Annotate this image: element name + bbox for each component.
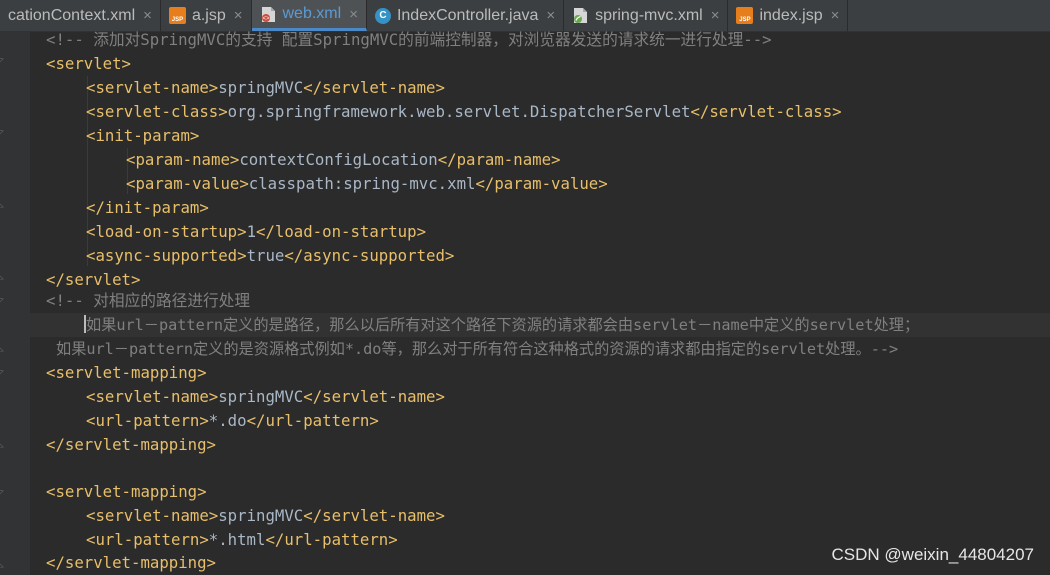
tab-label: index.jsp: [759, 6, 823, 24]
code-line: </servlet-mapping>: [46, 435, 217, 454]
code-line: <servlet-name>springMVC</servlet-name>: [86, 387, 445, 406]
code-line: 如果url－pattern定义的是资源格式例如*.do等，那么对于所有符合这种格…: [56, 340, 899, 358]
tab-label: IndexController.java: [396, 6, 539, 24]
code-line: <servlet-name>springMVC</servlet-name>: [86, 78, 445, 97]
code-line: <load-on-startup>1</load-on-startup>: [86, 222, 427, 241]
close-icon[interactable]: ×: [234, 7, 243, 24]
close-icon[interactable]: ×: [831, 7, 840, 24]
code-line: <servlet-mapping>: [46, 482, 207, 501]
fold-marker-icon[interactable]: ◸: [0, 129, 8, 137]
jsp-file-icon: JSP: [168, 7, 186, 24]
code-line: <param-name>contextConfigLocation</param…: [126, 150, 561, 169]
code-line: <url-pattern>*.html</url-pattern>: [86, 530, 398, 549]
code-line: 如果url－pattern定义的是路径，那么以后所有对这个路径下资源的请求都会由…: [84, 315, 920, 334]
editor-gutter: ◸ ◸ ◺ ◺ ◸ ◺ ◸ ◺ ◸ ◺: [0, 31, 30, 575]
code-line: <servlet-mapping>: [46, 363, 207, 382]
close-icon[interactable]: ×: [349, 6, 358, 23]
code-line: <servlet>: [46, 54, 132, 73]
tab-index-controller-java[interactable]: C IndexController.java ×: [367, 0, 565, 31]
code-line: <servlet-name>springMVC</servlet-name>: [86, 506, 445, 525]
fold-marker-icon[interactable]: ◺: [0, 201, 8, 209]
code-line: <!-- 添加对SpringMVC的支持 配置SpringMVC的前端控制器，对…: [46, 30, 772, 49]
close-icon[interactable]: ×: [711, 7, 720, 24]
tab-web-xml[interactable]: <> web.xml ×: [251, 0, 367, 31]
xml-file-icon: <>: [260, 6, 277, 23]
tab-label: a.jsp: [191, 6, 226, 24]
code-line: </servlet-mapping>: [46, 553, 217, 572]
fold-marker-icon[interactable]: ◸: [0, 489, 8, 497]
code-line: <url-pattern>*.do</url-pattern>: [86, 411, 379, 430]
close-icon[interactable]: ×: [546, 7, 555, 24]
fold-marker-icon[interactable]: ◺: [0, 441, 8, 449]
tab-a-jsp[interactable]: JSP a.jsp ×: [161, 0, 252, 31]
code-editor[interactable]: ◸ ◸ ◺ ◺ ◸ ◺ ◸ ◺ ◸ ◺ <!-- 添加对SpringMVC的支持…: [0, 30, 1050, 575]
fold-marker-icon[interactable]: ◸: [0, 297, 8, 305]
jsp-file-icon: JSP: [736, 7, 754, 24]
code-line: <param-value>classpath:spring-mvc.xml</p…: [126, 174, 608, 193]
fold-marker-icon[interactable]: ◸: [0, 369, 8, 377]
fold-marker-icon[interactable]: ◺: [0, 273, 8, 281]
code-line: <init-param>: [86, 126, 200, 145]
spring-xml-file-icon: [572, 7, 589, 24]
code-line: <servlet-class>org.springframework.web.s…: [86, 102, 842, 121]
code-line: <!-- 对相应的路径进行处理: [46, 291, 251, 310]
fold-marker-icon[interactable]: ◺: [0, 345, 8, 353]
tab-label: cationContext.xml: [8, 6, 136, 24]
tab-application-context-xml[interactable]: cationContext.xml ×: [0, 0, 161, 31]
close-icon[interactable]: ×: [143, 7, 152, 24]
java-class-icon: C: [374, 7, 391, 24]
svg-text:<>: <>: [262, 16, 270, 22]
tab-label: spring-mvc.xml: [595, 6, 703, 24]
code-line: </init-param>: [86, 198, 209, 217]
tab-spring-mvc-xml[interactable]: spring-mvc.xml ×: [564, 0, 729, 31]
fold-marker-icon[interactable]: ◺: [0, 561, 8, 569]
csdn-watermark: CSDN @weixin_44804207: [831, 545, 1034, 564]
tab-label: web.xml: [282, 5, 342, 22]
tab-index-jsp[interactable]: JSP index.jsp ×: [728, 0, 849, 31]
fold-marker-icon[interactable]: ◸: [0, 57, 8, 65]
code-line: <async-supported>true</async-supported>: [86, 246, 455, 265]
